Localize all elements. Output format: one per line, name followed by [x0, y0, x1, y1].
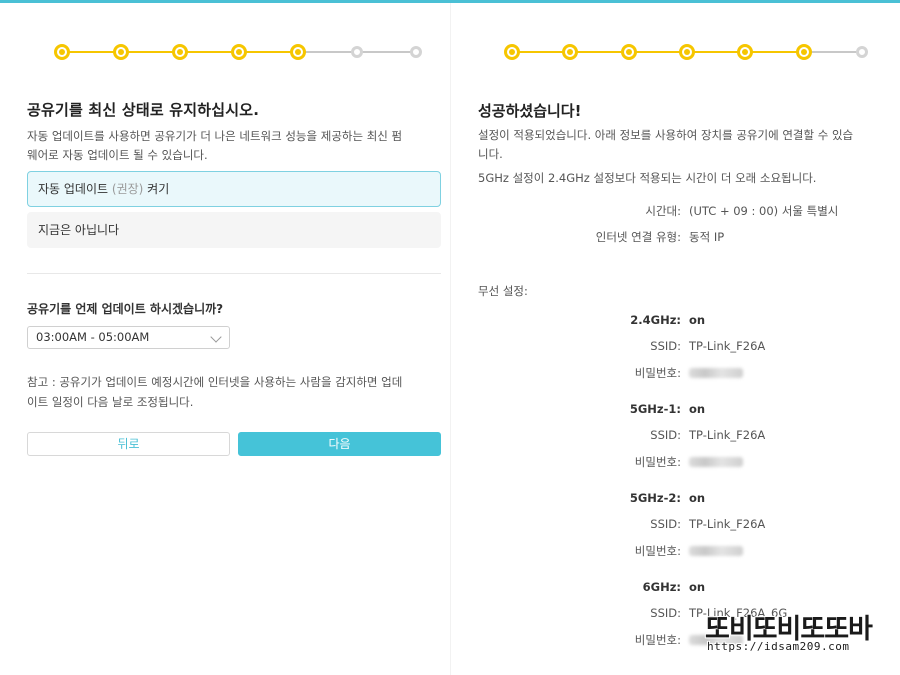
password-blurred: [689, 546, 743, 556]
band-status: on: [689, 580, 706, 594]
band-status: on: [689, 402, 706, 416]
not-now-option[interactable]: 지금은 아닙니다: [27, 212, 441, 248]
page-description: 설정이 적용되었습니다. 아래 정보를 사용하여 장치를 공유기에 연결할 수 …: [478, 126, 888, 164]
wireless-settings-label: 무선 설정:: [478, 284, 528, 298]
page-description: 자동 업데이트를 사용하면 공유기가 더 나은 네트워크 성능을 제공하는 최신…: [27, 127, 402, 165]
step-pending-icon: [410, 46, 422, 58]
panel-divider: [450, 3, 451, 675]
step-connector: [298, 51, 357, 53]
back-button[interactable]: 뒤로: [27, 432, 230, 456]
ssid-value: TP-Link_F26A: [689, 428, 766, 442]
band-status: on: [689, 491, 706, 505]
ssid-value: TP-Link_F26A: [689, 517, 766, 531]
connection-type-label: 인터넷 연결 유형:: [595, 230, 681, 244]
select-value: 03:00AM - 05:00AM: [36, 330, 150, 344]
password-blurred: [689, 368, 743, 378]
band-status: on: [689, 313, 706, 327]
chevron-down-icon: [210, 331, 222, 343]
auto-update-on-option[interactable]: 자동 업데이트 (권장) 켜기: [27, 171, 441, 207]
watermark-url: https://idsam209.com: [707, 640, 850, 653]
step-pending-icon: [351, 46, 363, 58]
step-complete-icon: [290, 44, 306, 60]
section-divider: [27, 273, 441, 274]
note-line: 이트 일정이 다음 날로 조정됩니다.: [27, 395, 194, 409]
schedule-note: 참고 : 공유기가 업데이트 예정시간에 인터넷을 사용하는 사람을 감지하면 …: [27, 372, 441, 412]
band-timing-note: 5GHz 설정이 2.4GHz 설정보다 적용되는 시간이 더 오래 소요됩니다…: [478, 171, 817, 185]
step-connector: [570, 51, 629, 53]
password-label: 비밀번호:: [634, 633, 681, 647]
update-time-select[interactable]: 03:00AM - 05:00AM: [27, 326, 230, 349]
step-connector: [803, 51, 862, 53]
timezone-value: (UTC + 09 : 00) 서울 특별시: [689, 204, 839, 218]
band-label: 2.4GHz:: [630, 313, 681, 327]
ssid-label: SSID:: [650, 517, 681, 531]
setup-progress-stepper: [504, 44, 870, 60]
password-blurred: [689, 457, 743, 467]
schedule-question: 공유기를 언제 업데이트 하시겠습니까?: [27, 302, 224, 316]
option-label: 지금은 아닙니다: [38, 223, 120, 237]
ssid-value: TP-Link_F26A: [689, 339, 766, 353]
description-line: 니다.: [478, 147, 503, 161]
ssid-label: SSID:: [650, 606, 681, 620]
password-label: 비밀번호:: [634, 544, 681, 558]
note-line: 참고 : 공유기가 업데이트 예정시간에 인터넷을 사용하는 사람을 감지하면 …: [27, 375, 403, 389]
setup-progress-stepper: [54, 44, 424, 60]
step-complete-icon: [113, 44, 129, 60]
description-line: 웨어로 자동 업데이트 될 수 있습니다.: [27, 148, 208, 162]
password-label: 비밀번호:: [634, 455, 681, 469]
band-label: 5GHz-1:: [629, 402, 681, 416]
page-title: 성공하셨습니다!: [478, 102, 582, 120]
step-connector: [745, 51, 804, 53]
step-connector: [357, 51, 416, 53]
step-complete-icon: [231, 44, 247, 60]
step-complete-icon: [504, 44, 520, 60]
step-pending-icon: [856, 46, 868, 58]
connection-type-value: 동적 IP: [689, 230, 725, 244]
password-label: 비밀번호:: [634, 366, 681, 380]
option-label: 자동 업데이트: [38, 182, 109, 196]
step-complete-icon: [737, 44, 754, 60]
step-complete-icon: [620, 44, 637, 60]
step-complete-icon: [562, 44, 579, 60]
band-label: 5GHz-2:: [629, 491, 681, 505]
step-complete-icon: [679, 44, 695, 60]
timezone-label: 시간대:: [645, 204, 681, 218]
step-complete-icon: [54, 44, 70, 60]
next-button[interactable]: 다음: [238, 432, 441, 456]
band-label: 6GHz:: [642, 580, 681, 594]
step-complete-icon: [172, 44, 188, 60]
description-line: 자동 업데이트를 사용하면 공유기가 더 나은 네트워크 성능을 제공하는 최신…: [27, 129, 403, 143]
option-label-tail: 켜기: [147, 182, 170, 196]
watermark: 또비또비또또바 https://idsam209.com: [705, 607, 887, 663]
step-complete-icon: [795, 44, 812, 60]
description-line: 설정이 적용되었습니다. 아래 정보를 사용하여 장치를 공유기에 연결할 수 …: [478, 128, 854, 142]
option-hint: (권장): [111, 182, 144, 196]
ssid-label: SSID:: [650, 339, 681, 353]
ssid-label: SSID:: [650, 428, 681, 442]
page-title: 공유기를 최신 상태로 유지하십시오.: [27, 101, 260, 119]
